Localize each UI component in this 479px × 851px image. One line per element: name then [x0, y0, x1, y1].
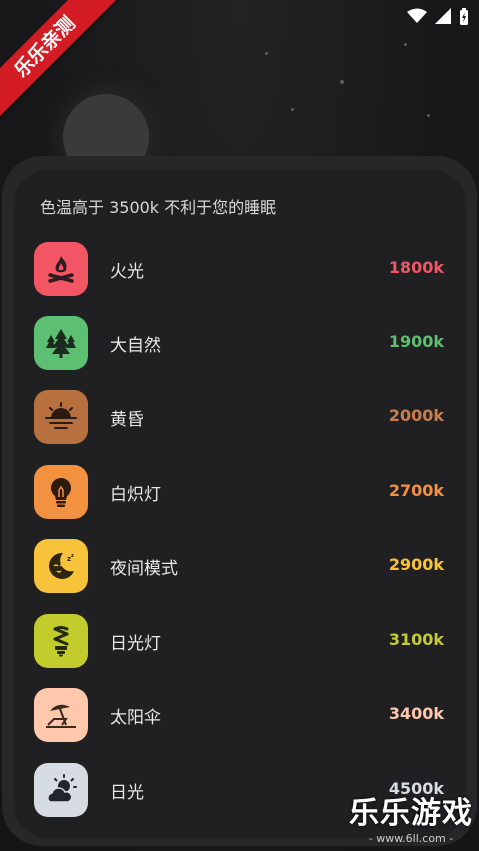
battery-icon [460, 7, 468, 25]
cfl-bulb-icon [34, 614, 88, 668]
badge-label: 乐乐亲测 [0, 0, 118, 120]
list-item-incandescent[interactable]: 白炽灯 2700k [34, 465, 448, 519]
item-label: 大自然 [110, 336, 161, 356]
star [340, 80, 344, 84]
badge-ribbon: 乐乐亲测 [0, 0, 140, 140]
moon-icon: z z [34, 539, 88, 593]
beach-umbrella-icon [34, 688, 88, 742]
item-label: 日光 [110, 783, 144, 803]
watermark-title: 乐乐游戏 [349, 796, 473, 831]
item-value: 2900k [388, 555, 444, 574]
watermark-url: - www.6ll.com - [368, 832, 454, 845]
status-bar [407, 6, 469, 26]
list-item-nature[interactable]: 大自然 1900k [34, 316, 448, 370]
light-bulb-icon [34, 465, 88, 519]
sunset-icon [34, 390, 88, 444]
item-label: 白炽灯 [110, 485, 161, 505]
signal-icon [435, 8, 451, 24]
svg-text:z: z [71, 553, 74, 559]
item-label: 太阳伞 [110, 708, 161, 728]
item-label: 火光 [110, 262, 144, 282]
star [404, 43, 407, 46]
panel-title: 色温高于 3500k 不利于您的睡眠 [40, 198, 277, 217]
campfire-icon [34, 242, 88, 296]
item-value: 3100k [388, 630, 444, 649]
pine-trees-icon [34, 316, 88, 370]
item-label: 夜间模式 [110, 559, 178, 579]
sun-cloud-icon [34, 763, 88, 817]
wifi-icon [407, 8, 427, 23]
list-item-night-mode[interactable]: z z 夜间模式 2900k [34, 539, 448, 593]
item-label: 黄昏 [110, 410, 144, 430]
item-value: 2700k [388, 481, 444, 500]
star [427, 114, 430, 117]
item-value: 2000k [388, 406, 444, 425]
list-item-dusk[interactable]: 黄昏 2000k [34, 390, 448, 444]
item-value: 1900k [388, 332, 444, 351]
item-value: 3400k [388, 704, 444, 723]
list-item-campfire[interactable]: 火光 1800k [34, 242, 448, 296]
list-item-fluorescent[interactable]: 日光灯 3100k [34, 614, 448, 668]
star [265, 52, 268, 55]
list-item-parasol[interactable]: 太阳伞 3400k [34, 688, 448, 742]
star [291, 108, 294, 111]
item-label: 日光灯 [110, 634, 161, 654]
item-value: 1800k [388, 258, 444, 277]
watermark: 乐乐游戏 - www.6ll.com - [349, 788, 473, 845]
